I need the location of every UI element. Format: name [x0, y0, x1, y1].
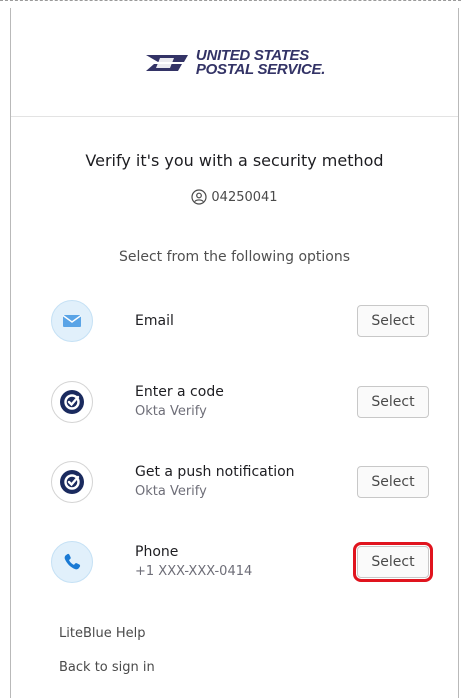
select-email-button[interactable]: Select	[357, 305, 429, 337]
verify-card: UNITED STATES POSTAL SERVICE. Verify it'…	[10, 8, 459, 698]
option-phone-text: Phone +1 XXX-XXX-0414	[135, 542, 252, 582]
liteblue-help-link[interactable]: LiteBlue Help	[59, 626, 146, 641]
user-identifier: 04250041	[11, 189, 458, 205]
header: UNITED STATES POSTAL SERVICE.	[11, 8, 458, 117]
page-top-border	[0, 0, 461, 1]
option-push-notification: Get a push notification Okta Verify Sele…	[51, 457, 431, 507]
option-label: Enter a code	[135, 384, 224, 400]
okta-verify-icon	[51, 461, 93, 503]
usps-eagle-icon	[145, 55, 188, 71]
option-label: Phone	[135, 544, 179, 560]
usps-wordmark: UNITED STATES POSTAL SERVICE.	[195, 48, 326, 78]
identifier-text: 04250041	[211, 189, 278, 205]
option-email: Email Select	[51, 296, 431, 346]
select-enter-code-button[interactable]: Select	[357, 386, 429, 418]
option-enter-code: Enter a code Okta Verify Select	[51, 377, 431, 427]
option-sublabel: Okta Verify	[135, 484, 207, 499]
option-enter-code-text: Enter a code Okta Verify	[135, 382, 224, 422]
option-phone: Phone +1 XXX-XXX-0414 Select	[51, 537, 433, 587]
option-sublabel: +1 XXX-XXX-0414	[135, 564, 253, 579]
option-label: Email	[135, 313, 174, 329]
select-phone-button[interactable]: Select	[353, 542, 433, 582]
page-title: Verify it's you with a security method	[85, 151, 384, 170]
option-label: Get a push notification	[135, 464, 295, 480]
back-to-sign-in-link[interactable]: Back to sign in	[59, 660, 155, 675]
phone-icon	[51, 541, 93, 583]
select-push-notification-button[interactable]: Select	[357, 466, 429, 498]
options-subtitle: Select from the following options	[118, 249, 351, 265]
option-sublabel: Okta Verify	[135, 404, 207, 419]
usps-logo: UNITED STATES POSTAL SERVICE.	[144, 48, 326, 78]
user-icon	[191, 189, 208, 205]
brand-line2: POSTAL SERVICE.	[195, 61, 326, 78]
email-icon	[51, 300, 93, 342]
option-email-text: Email	[135, 311, 174, 331]
okta-verify-icon	[51, 381, 93, 423]
option-push-notification-text: Get a push notification Okta Verify	[135, 462, 295, 502]
